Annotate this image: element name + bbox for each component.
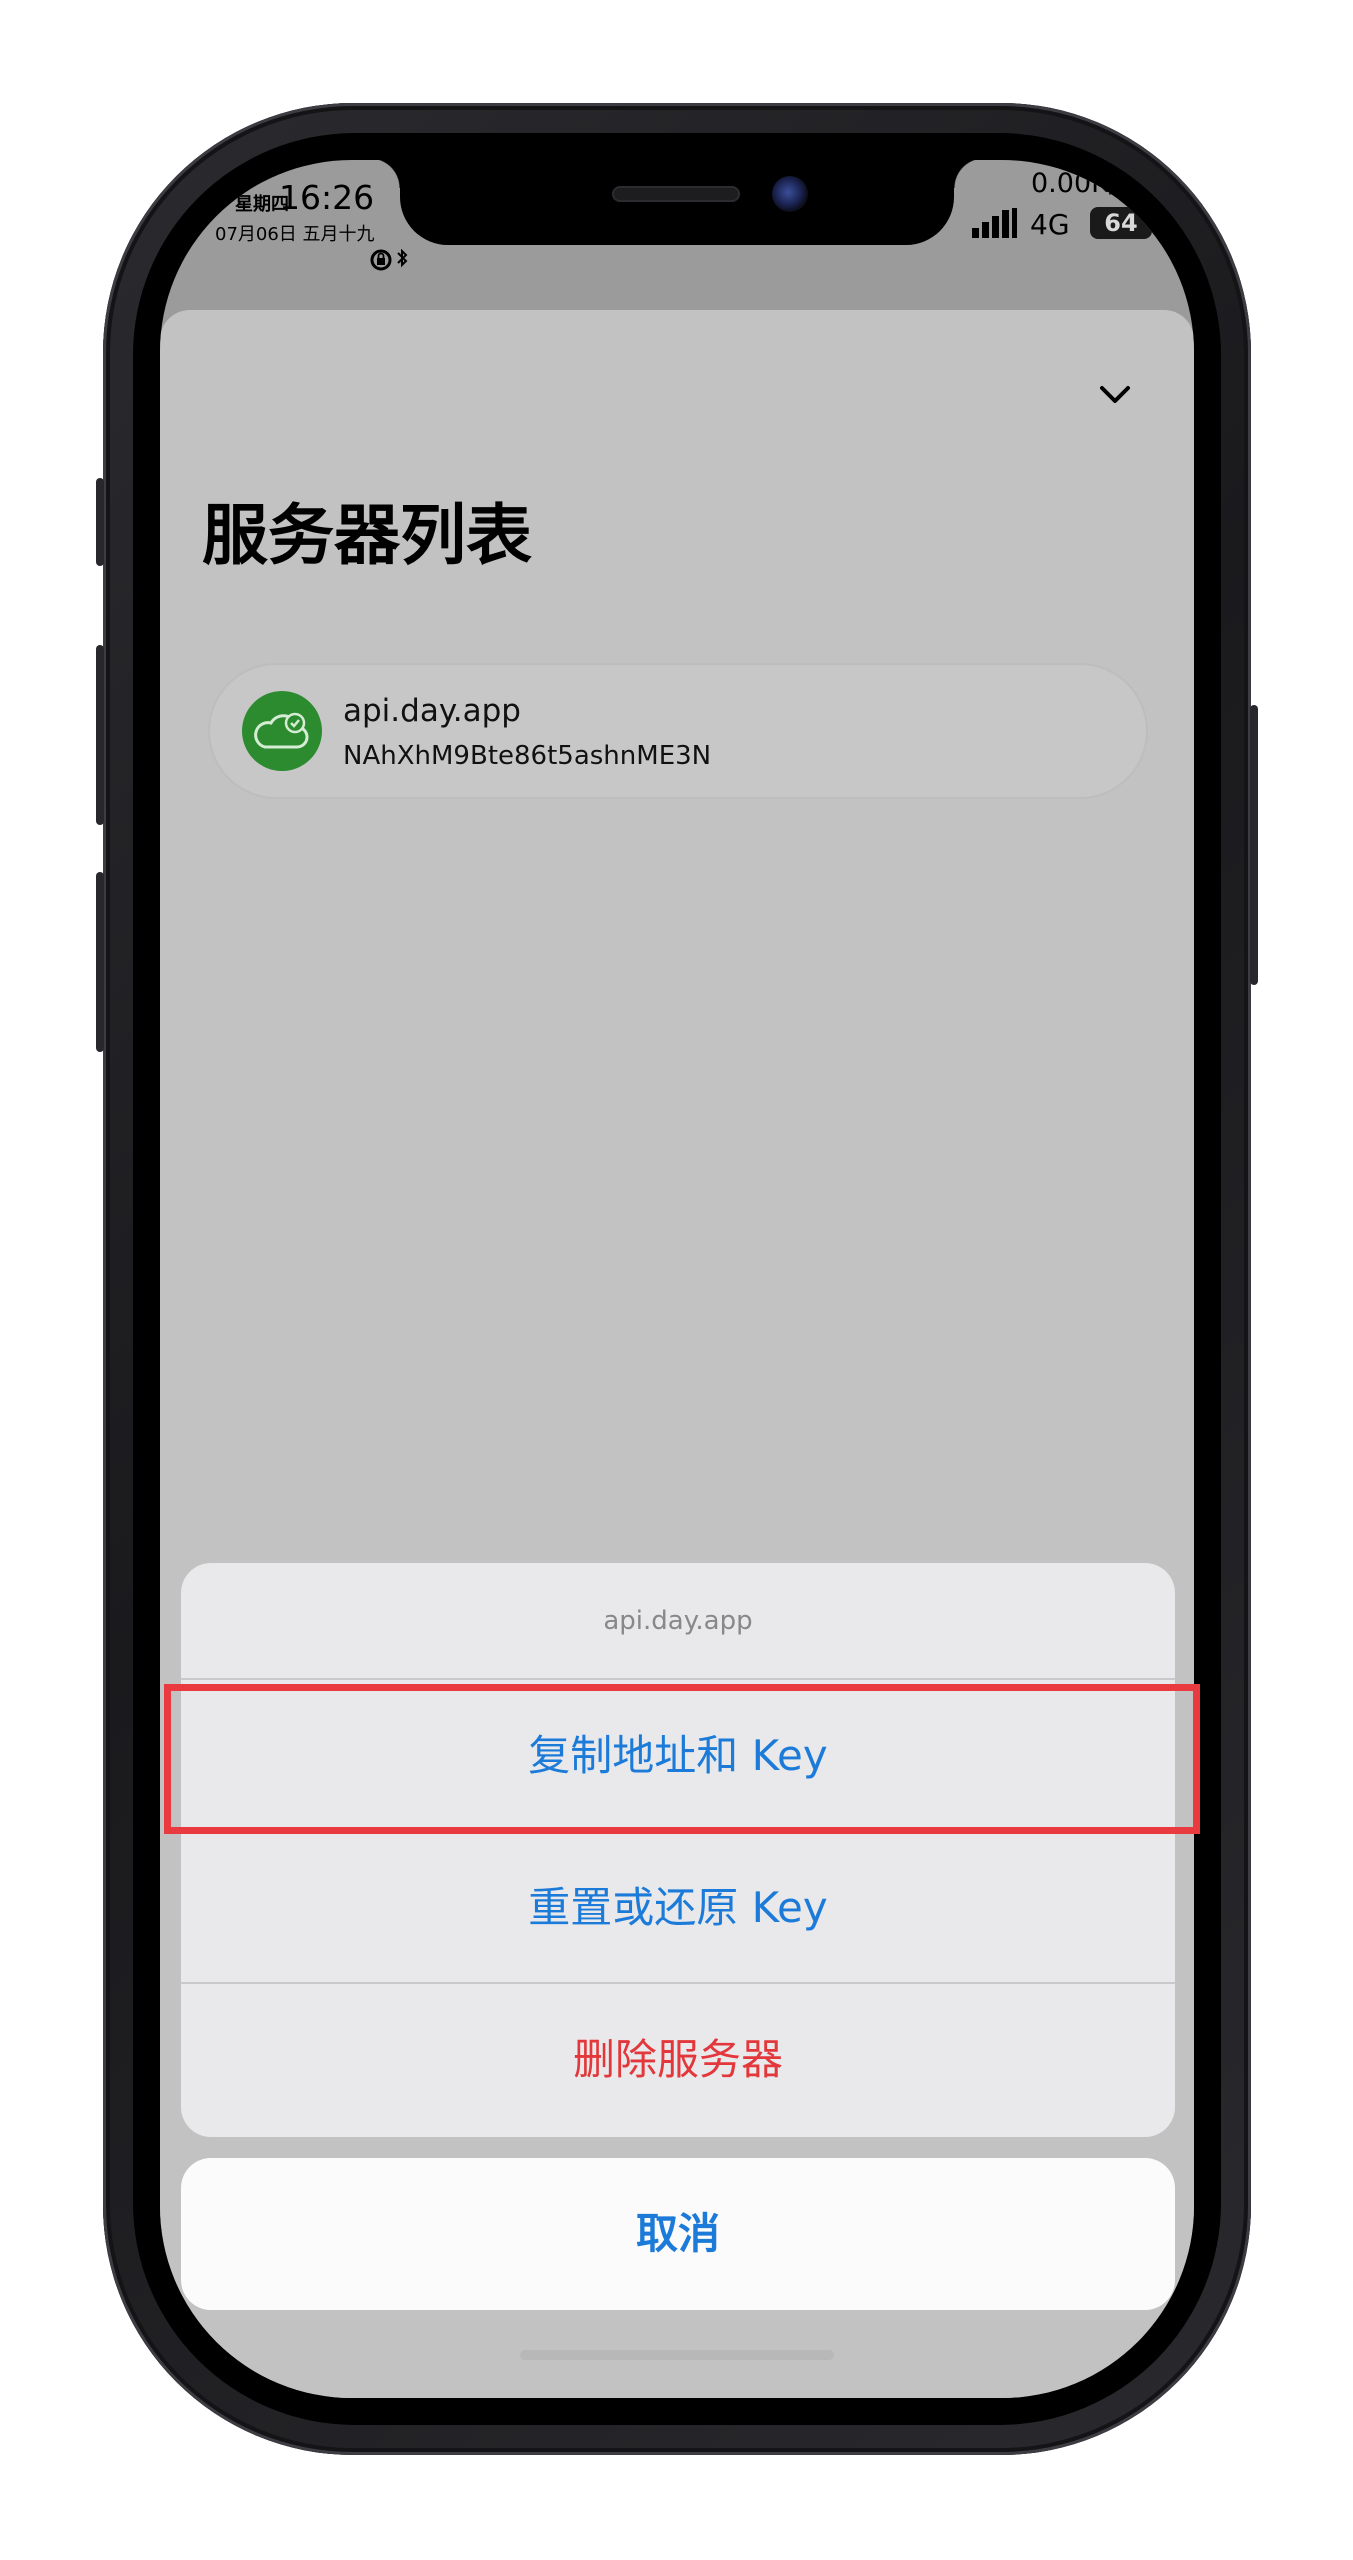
battery-tip bbox=[1154, 217, 1158, 229]
copy-address-and-key-button[interactable]: 复制地址和 Key bbox=[181, 1678, 1175, 1832]
camera-notch bbox=[370, 160, 984, 245]
home-indicator bbox=[520, 2350, 834, 2360]
chevron-down-icon bbox=[1100, 386, 1130, 403]
cancel-button[interactable]: 取消 bbox=[181, 2158, 1175, 2310]
delete-server-button[interactable]: 删除服务器 bbox=[181, 1982, 1175, 2136]
status-indicator-icons bbox=[370, 246, 414, 271]
server-avatar bbox=[242, 691, 322, 771]
battery-icon: 64 bbox=[1090, 207, 1152, 239]
lock-rotation-icon bbox=[370, 248, 408, 270]
status-bar-right: 0.00K/s 4G 64 bbox=[972, 160, 1182, 250]
earpiece-speaker bbox=[612, 186, 740, 202]
server-host: api.day.app bbox=[343, 693, 521, 729]
network-type: 4G bbox=[1030, 208, 1070, 241]
bluetooth-icon bbox=[397, 248, 408, 267]
volume-up-button bbox=[96, 645, 104, 825]
server-list-item[interactable]: api.day.app NAhXhM9Bte86t5ashnME3N bbox=[210, 665, 1146, 797]
reset-or-restore-key-button[interactable]: 重置或还原 Key bbox=[181, 1830, 1175, 1984]
action-sheet-title: api.day.app bbox=[603, 1606, 753, 1636]
front-camera bbox=[772, 176, 808, 212]
cloud-check-icon bbox=[254, 712, 309, 749]
collapse-button[interactable] bbox=[1090, 370, 1140, 420]
action-button bbox=[96, 478, 104, 566]
page-title: 服务器列表 bbox=[202, 497, 532, 574]
power-button bbox=[1250, 705, 1258, 985]
cellular-signal-icon bbox=[972, 208, 1017, 238]
phone-screen: 星期四 16:26 07月06日 五月十九 0.00K/s 4G 64 服务器列… bbox=[160, 160, 1194, 2398]
status-date: 07月06日 五月十九 bbox=[215, 224, 375, 245]
action-sheet: api.day.app 复制地址和 Key 重置或还原 Key 删除服务器 bbox=[181, 1563, 1175, 2137]
volume-down-button bbox=[96, 872, 104, 1052]
status-time: 16:26 bbox=[279, 178, 375, 217]
network-speed: 0.00K/s bbox=[1031, 168, 1132, 199]
server-key: NAhXhM9Bte86t5ashnME3N bbox=[343, 741, 712, 771]
